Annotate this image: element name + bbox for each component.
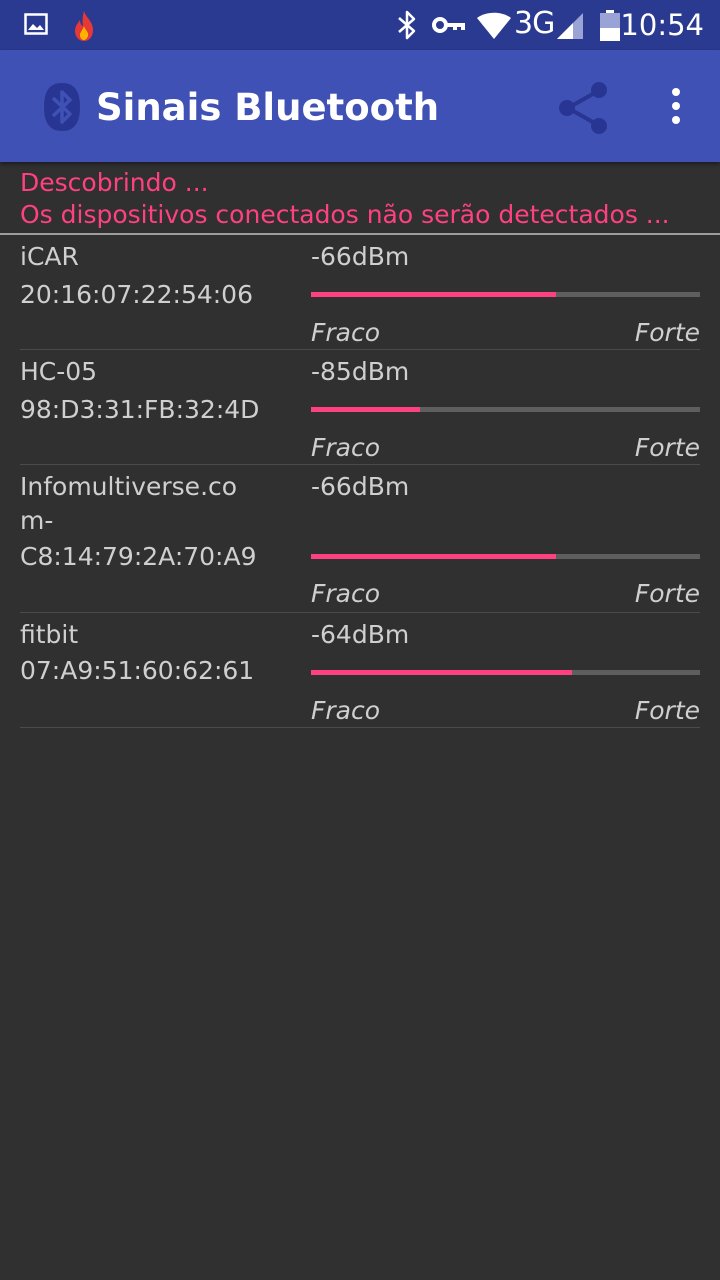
signal-bar-fill xyxy=(311,292,557,297)
row-divider xyxy=(20,464,700,465)
signal-icon xyxy=(556,12,584,44)
discovering-text: Descobrindo ... xyxy=(20,168,209,197)
strong-label: Forte xyxy=(634,433,700,462)
bluetooth-icon xyxy=(396,10,418,44)
status-bar: 3G 10:54 xyxy=(0,0,720,50)
weak-label: Fraco xyxy=(311,433,381,462)
device-item[interactable]: iCAR 20:16:07:22:54:06 -66dBm Fraco Fort… xyxy=(20,238,700,350)
strong-label: Forte xyxy=(634,696,700,725)
device-name: Infomultiverse.co xyxy=(20,472,238,501)
row-divider xyxy=(20,612,700,613)
clock: 10:54 xyxy=(620,8,704,42)
share-icon[interactable] xyxy=(556,80,612,140)
signal-bar-fill xyxy=(311,407,420,412)
app-title: Sinais Bluetooth xyxy=(96,86,440,129)
signal-bar xyxy=(311,292,700,297)
signal-dbm: -64dBm xyxy=(311,620,410,649)
app-bar: Sinais Bluetooth xyxy=(0,50,720,162)
weak-label: Fraco xyxy=(311,696,381,725)
signal-bar-fill xyxy=(311,554,557,559)
header-divider xyxy=(0,233,720,235)
device-name: fitbit xyxy=(20,620,79,649)
row-divider xyxy=(20,727,700,728)
device-address: C8:14:79:2A:70:A9 xyxy=(20,542,257,571)
signal-dbm: -85dBm xyxy=(311,357,410,386)
network-type: 3G xyxy=(514,6,555,41)
signal-dbm: -66dBm xyxy=(311,242,410,271)
device-item[interactable]: HC-05 98:D3:31:FB:32:4D -85dBm Fraco For… xyxy=(20,353,700,465)
device-item[interactable]: fitbit 07:A9:51:60:62:61 -64dBm Fraco Fo… xyxy=(20,616,700,728)
battery-icon xyxy=(599,10,621,46)
connected-not-detected-text: Os dispositivos conectados não serão det… xyxy=(20,200,670,229)
device-name: HC-05 xyxy=(20,357,98,386)
signal-bar xyxy=(311,670,700,675)
strong-label: Forte xyxy=(634,318,700,347)
signal-bar xyxy=(311,554,700,559)
flame-icon xyxy=(71,10,97,46)
weak-label: Fraco xyxy=(311,579,381,608)
overflow-menu-icon[interactable] xyxy=(660,86,692,130)
device-address: 20:16:07:22:54:06 xyxy=(20,280,253,309)
device-address: 07:A9:51:60:62:61 xyxy=(20,656,255,685)
row-divider xyxy=(20,349,700,350)
image-icon xyxy=(24,13,48,39)
vpn-key-icon xyxy=(432,15,466,39)
strong-label: Forte xyxy=(634,579,700,608)
bluetooth-logo-icon xyxy=(42,82,82,136)
weak-label: Fraco xyxy=(311,318,381,347)
device-item[interactable]: Infomultiverse.co m- C8:14:79:2A:70:A9 -… xyxy=(20,468,700,613)
signal-bar xyxy=(311,407,700,412)
device-name: iCAR xyxy=(20,242,79,271)
device-address: 98:D3:31:FB:32:4D xyxy=(20,395,260,424)
signal-dbm: -66dBm xyxy=(311,472,410,501)
wifi-icon xyxy=(476,12,512,44)
signal-bar-fill xyxy=(311,670,572,675)
device-name-continued: m- xyxy=(20,506,54,535)
